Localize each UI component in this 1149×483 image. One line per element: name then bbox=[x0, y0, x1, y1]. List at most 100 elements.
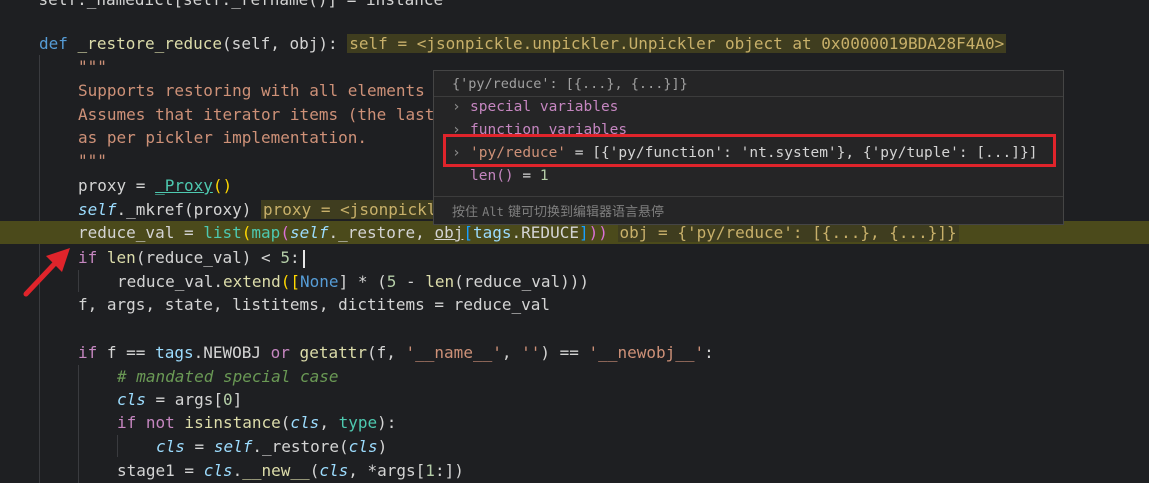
hint-text: 键可切换到编辑器语言悬停 bbox=[507, 205, 664, 220]
docstring: """ bbox=[78, 57, 107, 76]
variable: cls bbox=[117, 390, 146, 409]
code-text: ( bbox=[280, 413, 291, 432]
variable: tags bbox=[155, 343, 194, 362]
code-text: (reduce_val) < bbox=[135, 248, 281, 267]
builtin-name: isinstance bbox=[174, 413, 281, 432]
keyword-if-not: if not bbox=[117, 413, 175, 432]
code-line[interactable]: if not isinstance(cls, type): bbox=[0, 411, 1149, 434]
code-line[interactable]: if len(reduce_val) < 5: bbox=[0, 246, 1149, 269]
bracket: ( bbox=[280, 223, 290, 242]
inline-value: self = <jsonpickle.unpickler.Unpickler o… bbox=[347, 34, 1007, 53]
hover-title: {'py/reduce': [{...}, {...}]} bbox=[452, 76, 688, 92]
code-line-def[interactable]: def _restore_reduce(self, obj): self = <… bbox=[0, 32, 1149, 55]
docstring: """ bbox=[78, 151, 107, 170]
function-name: _restore_reduce bbox=[77, 34, 223, 53]
builtin-name: map bbox=[251, 223, 281, 242]
tree-item-special-variables[interactable]: › special variables bbox=[452, 96, 618, 119]
bracket: ] bbox=[578, 223, 589, 242]
code-text: , *args[ bbox=[348, 461, 426, 480]
bracket: ([ bbox=[280, 272, 301, 291]
divider bbox=[434, 196, 1063, 197]
code-text: ._restore( bbox=[252, 437, 349, 456]
constant: None bbox=[300, 272, 339, 291]
number: 5 bbox=[280, 248, 290, 267]
code-line[interactable]: cls = args[0] bbox=[0, 388, 1149, 411]
red-arrow-icon bbox=[23, 248, 70, 297]
tree-item-label: special variables bbox=[470, 99, 619, 115]
code-text: ._mkref(proxy) bbox=[116, 200, 252, 219]
number: 1 bbox=[425, 461, 435, 480]
code-line[interactable]: cls = self._restore(cls) bbox=[0, 435, 1149, 458]
self-keyword: self bbox=[213, 437, 253, 456]
tree-item-key: len() bbox=[470, 168, 514, 184]
code-text: f == bbox=[97, 343, 156, 362]
string: '__newobj__' bbox=[588, 343, 705, 362]
variable: cls bbox=[156, 437, 185, 456]
code-text: (f, bbox=[366, 343, 406, 362]
code-text: ) == bbox=[540, 343, 589, 362]
keyword-if: if bbox=[78, 343, 98, 362]
variable: cls bbox=[319, 461, 349, 480]
code-text: = bbox=[184, 437, 214, 456]
hover-hint: 按住 Alt 键可切换到编辑器语言悬停 bbox=[452, 201, 664, 220]
params: (self, obj): bbox=[222, 34, 338, 53]
code-text: , bbox=[319, 413, 339, 432]
code-line[interactable]: if f == tags.NEWOBJ or getattr(f, '__nam… bbox=[0, 341, 1149, 364]
code-line[interactable]: reduce_val.extend([None] * (5 - len(redu… bbox=[0, 270, 1149, 293]
builtin-name: len bbox=[425, 272, 455, 291]
code-text: reduce_val. bbox=[117, 272, 223, 291]
hint-text: 按住 bbox=[452, 205, 479, 220]
code-text: .REDUCE bbox=[511, 223, 579, 242]
variable: cls bbox=[290, 413, 320, 432]
number: 0 bbox=[222, 390, 233, 409]
builtin-name: getattr bbox=[289, 343, 367, 362]
code-text: ] * ( bbox=[338, 272, 387, 291]
tree-item-eq: = bbox=[513, 168, 540, 184]
code-text: : bbox=[289, 248, 300, 267]
code-text: f, args, state, listitems, dictitems = r… bbox=[78, 295, 551, 314]
code-text: ] bbox=[232, 390, 243, 409]
text-cursor bbox=[302, 249, 305, 268]
number: 5 bbox=[386, 272, 397, 291]
builtin-name: len bbox=[106, 248, 136, 267]
bracket: [ bbox=[463, 223, 473, 242]
code-text: self._namedict[self._refname()] = instan… bbox=[0, 0, 444, 9]
code-text: stage1 = bbox=[117, 461, 204, 480]
docstring: Assumes that iterator items (the last bbox=[78, 105, 435, 124]
variable: cls bbox=[348, 437, 378, 456]
code-line[interactable]: stage1 = cls.__new__(cls, *args[1:]) bbox=[0, 459, 1149, 482]
comment: # mandated special case bbox=[117, 367, 339, 386]
code-text: = args[ bbox=[145, 390, 223, 409]
bracket: ( bbox=[241, 223, 252, 242]
bracket: )) bbox=[588, 223, 608, 242]
code-line[interactable]: f, args, state, listitems, dictitems = r… bbox=[0, 293, 1149, 316]
code-text: : bbox=[704, 343, 714, 362]
inline-value: obj = {'py/reduce': [{...}, {...}]} bbox=[617, 223, 959, 242]
string: '__name__' bbox=[405, 343, 502, 362]
code-line[interactable]: # mandated special case bbox=[0, 365, 1149, 388]
tree-item-value: 1 bbox=[539, 168, 549, 184]
code-text: ): bbox=[377, 413, 397, 432]
code-text: (reduce_val))) bbox=[454, 272, 590, 291]
code-text: . bbox=[232, 461, 243, 480]
string: '' bbox=[521, 343, 541, 362]
code-text: ) bbox=[377, 437, 388, 456]
docstring: as per pickler implementation. bbox=[78, 128, 367, 147]
variable: tags bbox=[473, 223, 512, 242]
method-name: extend bbox=[222, 272, 281, 291]
code-line[interactable]: self._namedict[self._refname()] = instan… bbox=[0, 0, 1149, 11]
keyword-if: if bbox=[78, 248, 98, 267]
keyword-def: def bbox=[39, 34, 68, 53]
variable: cls bbox=[203, 461, 233, 480]
docstring: Supports restoring with all elements bbox=[78, 81, 425, 100]
code-text: , bbox=[501, 343, 522, 362]
code-text: reduce_val = bbox=[78, 223, 204, 242]
code-text: ( bbox=[309, 461, 320, 480]
code-text: - bbox=[396, 272, 426, 291]
chevron-right-icon[interactable]: › bbox=[452, 96, 470, 119]
inline-value: proxy = <jsonpickl bbox=[261, 200, 439, 219]
keyword-or: or bbox=[270, 343, 290, 362]
hovered-variable[interactable]: obj bbox=[434, 223, 463, 242]
method-name: __new__ bbox=[242, 461, 310, 480]
self-keyword: self bbox=[78, 200, 117, 219]
